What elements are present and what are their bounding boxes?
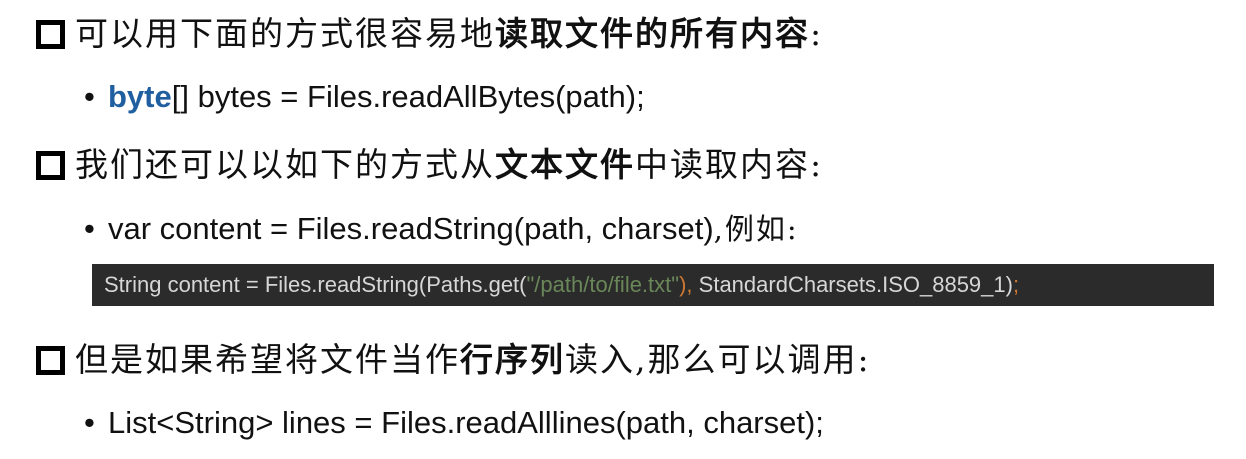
checkbox-square-icon [36, 345, 65, 375]
bullet-icon: • [84, 211, 95, 246]
bullet-read-all-bytes: • byte[] bytes = Files.readAllBytes(path)… [84, 78, 645, 116]
section-heading-read-string: 我们还可以以如下的方式从 文本文件 中读取内容: [36, 145, 823, 185]
code-text: [] bytes = Files.readAllBytes(path); [171, 79, 645, 114]
section-heading-read-lines: 但是如果希望将文件当作 行序列 读入,那么可以调用: [36, 340, 871, 380]
heading-text: 可以用下面的方式很容易地 [75, 14, 495, 53]
heading-text: 我们还可以以如下的方式从 [75, 145, 495, 184]
code-text: List<String> lines = Files.readAlllines(… [108, 405, 824, 440]
bullet-read-string: • var content = Files.readString(path, ch… [84, 210, 799, 248]
checkbox-square-icon [36, 19, 65, 49]
heading-emphasis: 读取文件的所有内容 [495, 14, 810, 53]
bullet-icon: • [84, 405, 95, 440]
code-punctuation: ), [679, 272, 693, 297]
heading-suffix: : [810, 14, 824, 53]
heading-emphasis: 行序列 [460, 340, 565, 379]
heading-suffix: 读入,那么可以调用: [565, 340, 871, 379]
code-keyword: byte [108, 79, 172, 114]
section-heading-read-all: 可以用下面的方式很容易地 读取文件的所有内容 : [36, 14, 823, 54]
code-example-block: String content = Files.readString(Paths.… [92, 264, 1214, 306]
heading-suffix: 中读取内容: [635, 145, 824, 184]
heading-emphasis: 文本文件 [495, 145, 635, 184]
checkbox-square-icon [36, 150, 65, 180]
code-part: StandardCharsets.ISO_8859_1) [692, 272, 1013, 297]
code-string-literal: "/path/to/file.txt" [526, 272, 680, 297]
code-semicolon: ; [1012, 272, 1020, 297]
example-note: ,例如: [713, 212, 799, 246]
code-text: var content = Files.readString(path, cha… [108, 211, 714, 246]
heading-text: 但是如果希望将文件当作 [75, 340, 460, 379]
bullet-read-all-lines: • List<String> lines = Files.readAlllines… [84, 404, 824, 442]
code-part: String content = Files.readString(Paths.… [104, 272, 527, 297]
bullet-icon: • [84, 79, 95, 114]
